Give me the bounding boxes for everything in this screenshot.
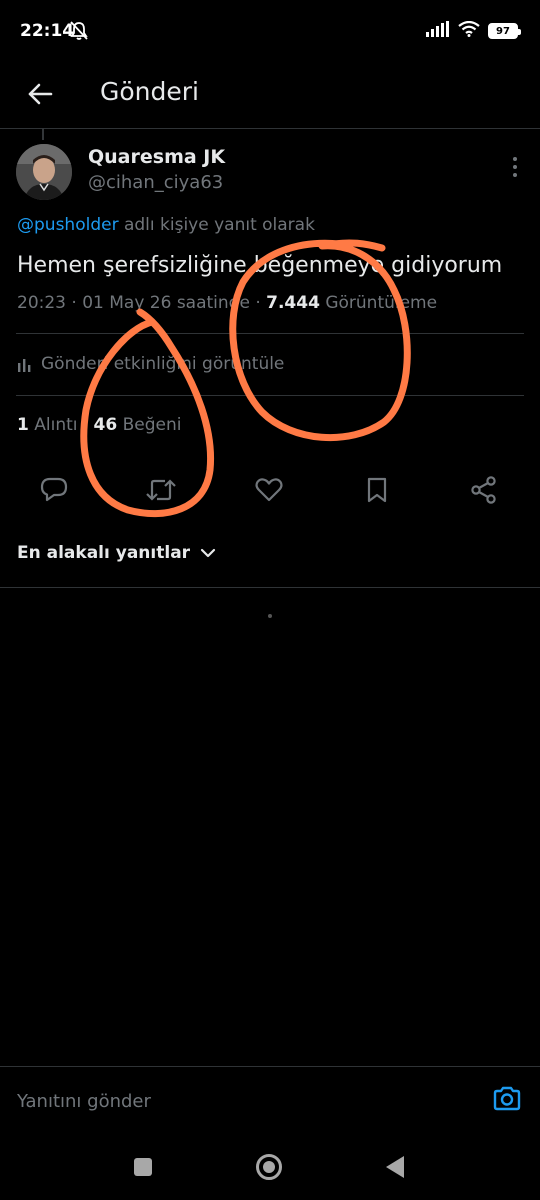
like-button[interactable] [251,472,287,508]
reply-mention-link[interactable]: @pusholder [17,215,119,235]
post-analytics-link[interactable]: Gönderi etkinliğini görüntüle [17,354,284,374]
analytics-icon [18,359,31,372]
analytics-label: Gönderi etkinliğini görüntüle [41,354,285,374]
status-time: 22:14 [20,21,75,41]
home-button[interactable] [256,1154,282,1180]
thread-connector [42,128,44,140]
hand-drawn-annotation [80,239,411,518]
tweet-timestamp[interactable]: 20:23 · 01 May 26 saatinde · [17,293,266,313]
quotes-stat[interactable]: 1 Alıntı [17,415,78,435]
status-bar: 22:14 97 [0,0,540,64]
view-label: Görüntüleme [319,293,438,313]
repost-icon [146,479,176,501]
repost-button[interactable] [143,472,179,508]
camera-button[interactable] [492,1085,522,1115]
bookmark-button[interactable] [359,472,395,508]
recent-apps-button[interactable] [134,1158,152,1176]
arrow-left-icon [28,83,53,105]
quotes-label: Alıntı [34,415,78,435]
author-name[interactable]: Quaresma JK [88,146,225,168]
divider [16,395,524,396]
author-handle[interactable]: @cihan_ciya63 [88,172,223,193]
battery-indicator: 97 [488,23,521,39]
share-icon [471,476,496,504]
replies-sort-label: En alakalı yanıtlar [17,543,191,563]
divider [0,587,540,588]
system-nav-bar [0,1130,540,1200]
reply-input[interactable]: Yanıtını gönder [17,1091,151,1112]
bookmark-icon [367,477,387,503]
system-back-button[interactable] [386,1156,404,1178]
avatar[interactable] [16,144,72,200]
loading-indicator [268,614,272,618]
reply-composer: Yanıtını gönder [0,1066,540,1131]
engagement-stats: 1 Alıntı 46 Beğeni [17,415,181,435]
divider [16,333,524,334]
quotes-count: 1 [17,415,29,435]
signal-icon [426,21,450,41]
replies-sort-dropdown[interactable]: En alakalı yanıtlar [17,543,216,563]
page-title: Gönderi [100,77,199,106]
wifi-icon [458,20,480,41]
reply-context-label: adlı kişiye yanıt olarak [118,215,315,235]
more-options-button[interactable] [510,156,520,178]
top-bar: Gönderi [0,64,540,129]
heart-icon [255,478,283,502]
back-button[interactable] [22,76,58,112]
view-count: 7.444 [266,293,320,313]
likes-stat[interactable]: 46 Beğeni [94,415,182,435]
more-vertical-icon [513,157,517,177]
reply-icon [40,477,68,502]
tweet-text: Hemen şerefsizliğine beğenmeye gidiyorum [17,253,503,278]
share-button[interactable] [466,472,502,508]
reply-context: @pusholder adlı kişiye yanıt olarak [17,215,315,235]
camera-icon [493,1086,521,1111]
chevron-down-icon [200,548,216,558]
bell-off-icon [70,21,88,45]
likes-label: Beğeni [122,415,182,435]
tweet-meta: 20:23 · 01 May 26 saatinde · 7.444 Görün… [17,293,437,313]
reply-button[interactable] [36,472,72,508]
action-bar [0,472,540,508]
likes-count: 46 [93,415,118,435]
